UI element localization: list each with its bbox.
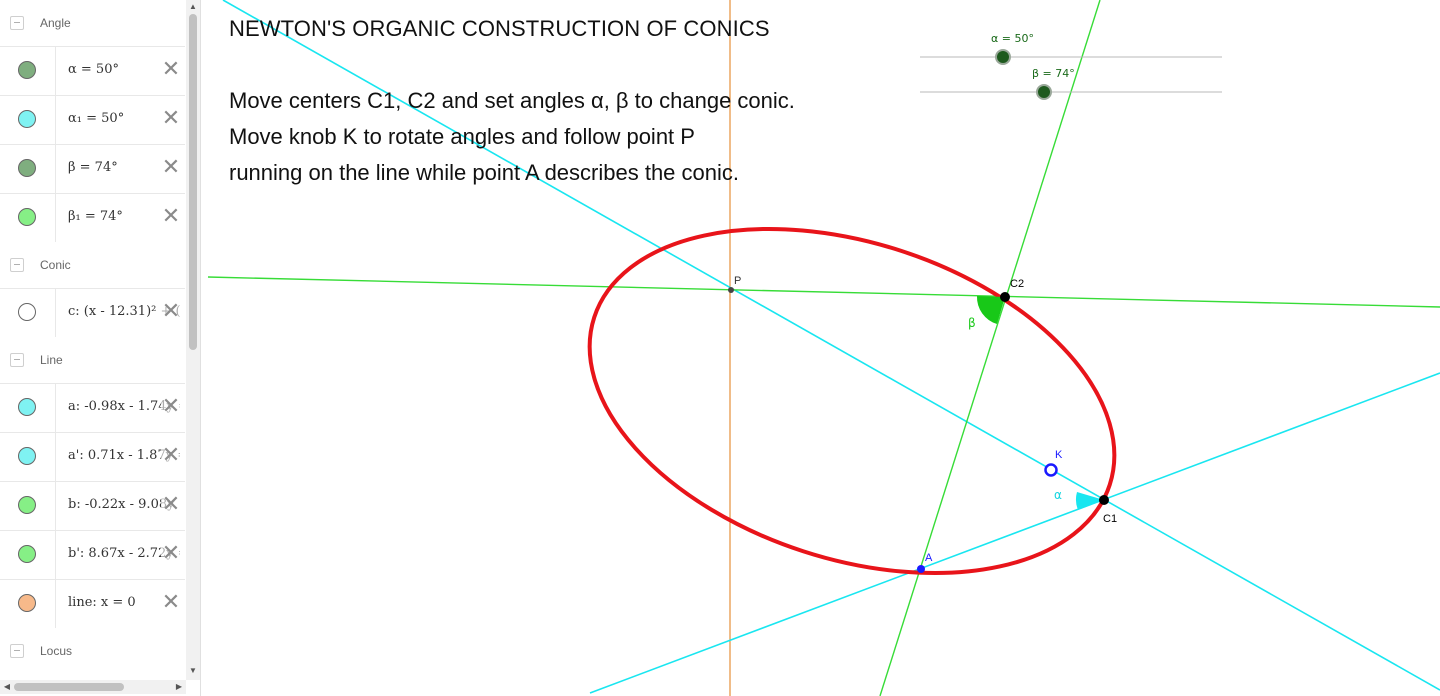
horizontal-scroll-thumb[interactable] bbox=[14, 683, 124, 691]
algebra-item[interactable]: c: (x - 12.31)² + (y ✕ bbox=[0, 288, 185, 337]
beta-slider-knob[interactable] bbox=[1036, 84, 1052, 100]
delete-icon[interactable]: ✕ bbox=[161, 592, 181, 614]
visibility-cell bbox=[0, 289, 56, 337]
visibility-toggle[interactable] bbox=[18, 594, 36, 612]
visibility-toggle[interactable] bbox=[18, 159, 36, 177]
visibility-toggle[interactable] bbox=[18, 496, 36, 514]
collapse-icon[interactable] bbox=[10, 258, 24, 272]
visibility-toggle[interactable] bbox=[18, 110, 36, 128]
scroll-left-icon[interactable]: ◀ bbox=[0, 682, 14, 692]
green-line-b-prime[interactable] bbox=[879, 0, 1101, 696]
algebra-item[interactable]: line: x = 0 ✕ bbox=[0, 579, 185, 628]
algebra-item[interactable]: b: -0.22x - 9.08y = ✕ bbox=[0, 481, 185, 530]
horizontal-scrollbar[interactable]: ◀ ▶ bbox=[0, 680, 186, 694]
delete-icon[interactable]: ✕ bbox=[161, 206, 181, 228]
visibility-toggle[interactable] bbox=[18, 303, 36, 321]
algebra-item[interactable]: a': 0.71x - 1.87y = ✕ bbox=[0, 432, 185, 481]
alpha-slider-knob[interactable] bbox=[995, 49, 1011, 65]
visibility-cell bbox=[0, 145, 56, 193]
visibility-cell bbox=[0, 194, 56, 242]
delete-icon[interactable]: ✕ bbox=[161, 301, 181, 323]
delete-icon[interactable]: ✕ bbox=[161, 445, 181, 467]
visibility-toggle[interactable] bbox=[18, 398, 36, 416]
label-a: A bbox=[925, 552, 933, 564]
instructions-line-1[interactable]: Move centers C1, C2 and set angles α, β … bbox=[229, 88, 795, 114]
conic-ellipse[interactable] bbox=[545, 167, 1158, 635]
algebra-item[interactable]: β = 74° ✕ bbox=[0, 144, 185, 193]
group-header-angle[interactable]: Angle bbox=[0, 0, 185, 46]
point-c2[interactable] bbox=[1000, 292, 1010, 302]
visibility-toggle[interactable] bbox=[18, 208, 36, 226]
visibility-cell bbox=[0, 580, 56, 628]
label-k: K bbox=[1055, 449, 1063, 461]
collapse-icon[interactable] bbox=[10, 353, 24, 367]
group-header-locus[interactable]: Locus bbox=[0, 628, 185, 674]
point-p[interactable] bbox=[728, 287, 734, 293]
group-header-line[interactable]: Line bbox=[0, 337, 185, 383]
algebra-item[interactable]: β₁ = 74° ✕ bbox=[0, 193, 185, 242]
point-c1[interactable] bbox=[1099, 495, 1109, 505]
green-line-b[interactable] bbox=[207, 276, 1440, 308]
group-label: Conic bbox=[40, 258, 71, 272]
instructions-line-2[interactable]: Move knob K to rotate angles and follow … bbox=[229, 124, 695, 150]
visibility-cell bbox=[0, 433, 56, 481]
group-label: Locus bbox=[40, 644, 73, 658]
delete-icon[interactable]: ✕ bbox=[161, 494, 181, 516]
visibility-cell bbox=[0, 531, 56, 579]
group-label: Line bbox=[40, 353, 63, 367]
construction-title[interactable]: NEWTON'S ORGANIC CONSTRUCTION OF CONICS bbox=[229, 16, 770, 42]
label-alpha: α bbox=[1054, 488, 1062, 502]
visibility-cell bbox=[0, 384, 56, 432]
algebra-item[interactable]: a: -0.98x - 1.74y = ✕ bbox=[0, 383, 185, 432]
visibility-toggle[interactable] bbox=[18, 545, 36, 563]
delete-icon[interactable]: ✕ bbox=[161, 396, 181, 418]
label-c2: C2 bbox=[1010, 278, 1024, 290]
alpha-slider-label: α = 50° bbox=[991, 32, 1034, 45]
visibility-cell bbox=[0, 96, 56, 144]
label-p: P bbox=[734, 275, 741, 287]
algebra-item[interactable]: α = 50° ✕ bbox=[0, 46, 185, 95]
delete-icon[interactable]: ✕ bbox=[161, 157, 181, 179]
cyan-line-a-prime[interactable] bbox=[589, 372, 1440, 694]
delete-icon[interactable]: ✕ bbox=[161, 108, 181, 130]
vertical-scroll-thumb[interactable] bbox=[189, 14, 197, 350]
beta-slider-label: β = 74° bbox=[1032, 67, 1075, 80]
beta-angle-sector[interactable] bbox=[976, 296, 1005, 324]
delete-icon[interactable]: ✕ bbox=[161, 59, 181, 81]
instructions-line-3[interactable]: running on the line while point A descri… bbox=[229, 160, 739, 186]
visibility-cell bbox=[0, 47, 56, 95]
scroll-right-icon[interactable]: ▶ bbox=[172, 682, 186, 692]
visibility-toggle[interactable] bbox=[18, 447, 36, 465]
knob-k[interactable] bbox=[1044, 463, 1058, 477]
visibility-toggle[interactable] bbox=[18, 61, 36, 79]
visibility-cell bbox=[0, 482, 56, 530]
algebra-view: Angle α = 50° ✕ α₁ = 50° ✕ β = 74° ✕ β₁ = 74° ✕ C… bbox=[0, 0, 201, 696]
scroll-up-icon[interactable]: ▲ bbox=[186, 2, 200, 12]
scroll-down-icon[interactable]: ▼ bbox=[186, 666, 200, 676]
collapse-icon[interactable] bbox=[10, 16, 24, 30]
algebra-item[interactable]: b': 8.67x - 2.72y = ✕ bbox=[0, 530, 185, 579]
vertical-scrollbar[interactable]: ▲ ▼ bbox=[186, 0, 200, 680]
label-c1: C1 bbox=[1103, 513, 1117, 525]
collapse-icon[interactable] bbox=[10, 644, 24, 658]
group-label: Angle bbox=[40, 16, 71, 30]
graphics-view[interactable]: P C2 C1 A K β α α = 50° β = 74° NEWTON'S… bbox=[201, 0, 1440, 696]
algebra-item[interactable]: α₁ = 50° ✕ bbox=[0, 95, 185, 144]
point-a[interactable] bbox=[917, 565, 925, 573]
delete-icon[interactable]: ✕ bbox=[161, 543, 181, 565]
label-beta: β bbox=[968, 316, 976, 330]
group-header-conic[interactable]: Conic bbox=[0, 242, 185, 288]
